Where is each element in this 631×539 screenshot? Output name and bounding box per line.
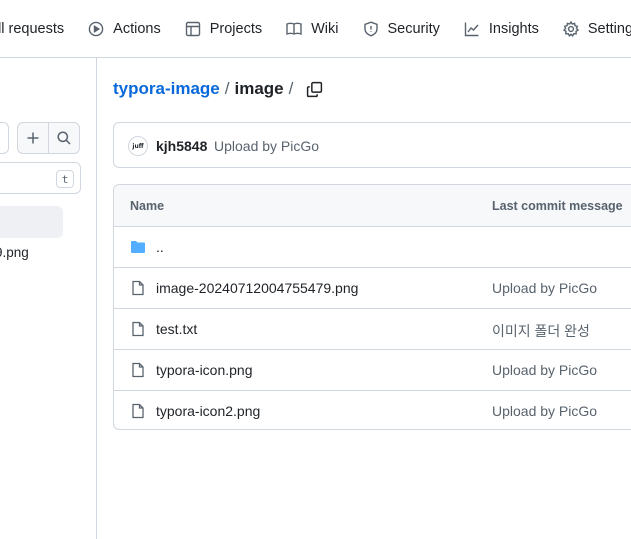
- file-name-link[interactable]: typora-icon.png: [156, 362, 253, 378]
- folder-icon: [131, 241, 145, 253]
- tree-file-item[interactable]: 479.png: [0, 245, 29, 260]
- tab-actions[interactable]: Actions: [76, 0, 173, 57]
- avatar[interactable]: juff: [128, 136, 148, 156]
- selected-tree-item[interactable]: [0, 206, 63, 238]
- file-icon: [132, 362, 144, 378]
- table-icon: [185, 21, 200, 36]
- parent-directory-link[interactable]: ..: [156, 239, 164, 255]
- file-tree-sidebar: t 479.png: [0, 58, 97, 539]
- row-commit-message[interactable]: 이미지 폴더 완성: [492, 321, 590, 341]
- table-row[interactable]: ..: [114, 227, 631, 268]
- table-row[interactable]: typora-icon.png Upload by PicGo: [114, 350, 631, 391]
- tab-label: Projects: [209, 20, 263, 37]
- book-icon: [286, 22, 302, 35]
- add-file-button[interactable]: [17, 122, 49, 154]
- breadcrumb-repo-link[interactable]: typora-image: [113, 79, 220, 99]
- tab-pull-requests[interactable]: ull requests: [0, 0, 76, 57]
- table-row[interactable]: test.txt 이미지 폴더 완성: [114, 309, 631, 350]
- search-icon: [57, 131, 71, 145]
- gear-icon: [562, 20, 579, 37]
- copy-path-button[interactable]: [306, 80, 324, 98]
- graph-icon: [464, 22, 479, 36]
- tab-label: Actions: [113, 20, 161, 37]
- copy-icon: [307, 81, 323, 97]
- file-name-link[interactable]: typora-icon2.png: [156, 403, 260, 419]
- shortcut-key: t: [56, 170, 74, 188]
- table-header: Name Last commit message: [114, 185, 631, 227]
- breadcrumb-separator: /: [224, 79, 230, 98]
- tab-settings[interactable]: Setting: [551, 0, 631, 57]
- file-icon: [132, 321, 144, 337]
- row-commit-message[interactable]: Upload by PicGo: [492, 280, 597, 296]
- column-header-name: Name: [130, 199, 165, 213]
- tab-insights[interactable]: Insights: [452, 0, 551, 57]
- tab-projects[interactable]: Projects: [173, 0, 274, 57]
- latest-commit-bar: juff kjh5848 Upload by PicGo: [113, 122, 631, 168]
- repo-nav: ull requests Actions Projects Wiki Secur…: [0, 0, 631, 58]
- search-files-button[interactable]: [48, 122, 80, 154]
- file-name-link[interactable]: test.txt: [156, 321, 197, 337]
- branch-select[interactable]: [0, 122, 9, 154]
- file-icon: [132, 403, 144, 419]
- tab-security[interactable]: Security: [351, 0, 452, 57]
- table-row[interactable]: image-20240712004755479.png Upload by Pi…: [114, 268, 631, 309]
- shield-icon: [363, 20, 378, 37]
- tab-wiki[interactable]: Wiki: [274, 0, 350, 57]
- table-row[interactable]: typora-icon2.png Upload by PicGo: [114, 391, 631, 429]
- tab-label: ull requests: [0, 20, 65, 37]
- column-header-last-commit: Last commit message: [492, 199, 623, 213]
- breadcrumb-separator: /: [288, 79, 294, 98]
- plus-icon: [27, 132, 39, 144]
- file-name-link[interactable]: image-20240712004755479.png: [156, 280, 358, 296]
- tab-label: Security: [387, 20, 440, 37]
- commit-message-link[interactable]: Upload by PicGo: [214, 138, 319, 154]
- play-icon: [88, 21, 104, 36]
- commit-author-link[interactable]: kjh5848: [156, 138, 207, 154]
- breadcrumb: typora-image / image /: [113, 79, 324, 99]
- breadcrumb-current-dir: image: [234, 79, 284, 98]
- file-table: Name Last commit message .. image-202407…: [113, 184, 631, 430]
- tab-label: Insights: [488, 20, 539, 37]
- file-icon: [132, 280, 144, 296]
- row-commit-message[interactable]: Upload by PicGo: [492, 403, 597, 419]
- tab-label: Setting: [587, 20, 631, 37]
- tab-label: Wiki: [311, 20, 339, 37]
- row-commit-message[interactable]: Upload by PicGo: [492, 362, 597, 378]
